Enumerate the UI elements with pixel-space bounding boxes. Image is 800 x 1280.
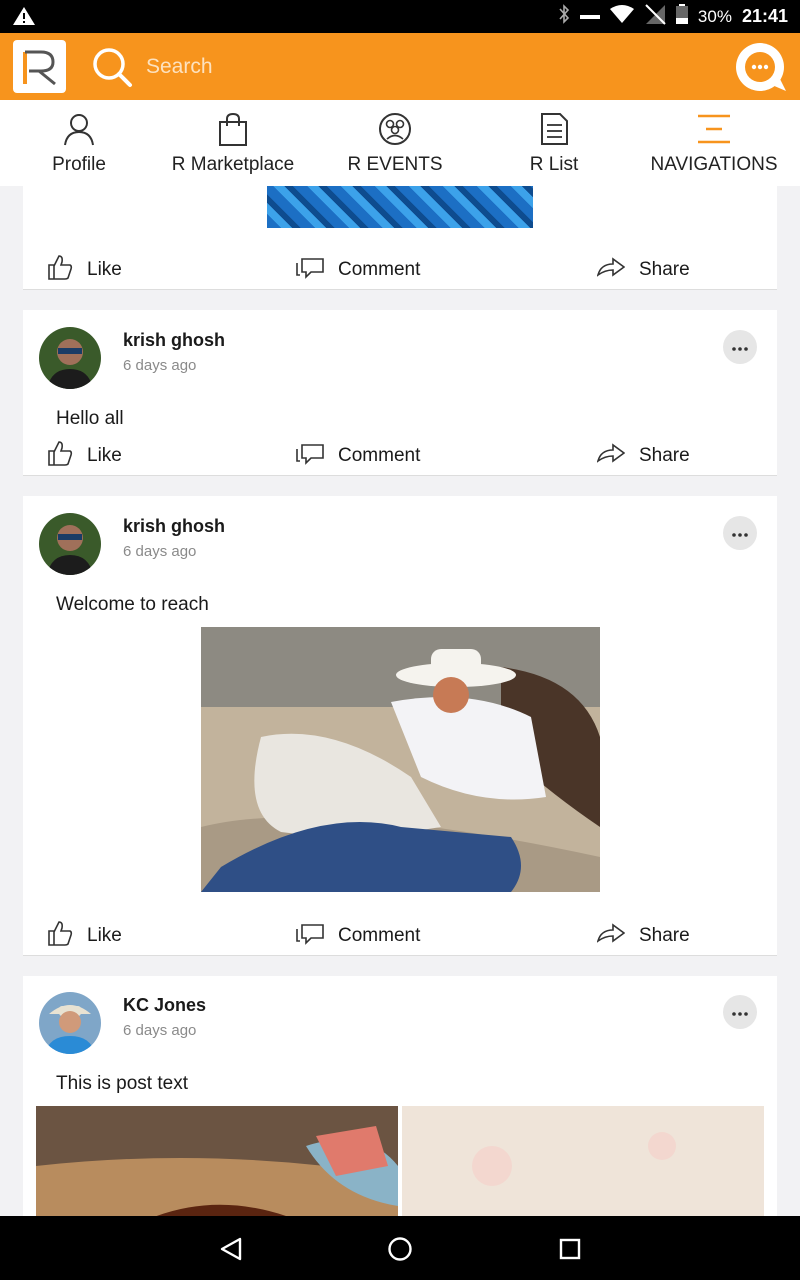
post-image[interactable] xyxy=(201,627,600,892)
post-card: KC Jones 6 days ago This is post text xyxy=(23,976,777,1216)
post-actions: Like Comment Share xyxy=(23,250,777,290)
like-button[interactable]: Like xyxy=(47,916,122,956)
post-text: Welcome to reach xyxy=(56,594,209,615)
comment-label: Comment xyxy=(338,445,421,466)
post-image[interactable] xyxy=(36,1106,398,1216)
search-input[interactable]: Search xyxy=(146,55,213,79)
recents-icon[interactable] xyxy=(558,1237,582,1266)
post-time: 6 days ago xyxy=(123,1022,197,1039)
post-card: Like Comment Share xyxy=(23,186,777,290)
post-card: krish ghosh 6 days ago Hello all Like Co… xyxy=(23,310,777,476)
tab-rlist[interactable]: R List xyxy=(491,100,617,186)
tab-events[interactable]: R EVENTS xyxy=(332,100,458,186)
post-actions: Like Comment Share xyxy=(23,436,777,476)
more-icon xyxy=(732,524,748,542)
minus-icon xyxy=(579,7,600,27)
share-button[interactable]: Share xyxy=(596,436,690,476)
status-bar: 30% 21:41 xyxy=(0,0,800,33)
more-options-button[interactable] xyxy=(723,995,757,1029)
thumbs-up-icon xyxy=(47,919,73,953)
post-time: 6 days ago xyxy=(123,543,197,560)
post-text: This is post text xyxy=(56,1073,188,1094)
events-icon xyxy=(378,100,412,151)
back-icon[interactable] xyxy=(218,1236,244,1267)
avatar[interactable] xyxy=(39,513,101,575)
share-button[interactable]: Share xyxy=(596,916,690,956)
author-name[interactable]: KC Jones xyxy=(123,995,206,1016)
post-time: 6 days ago xyxy=(123,357,197,374)
more-options-button[interactable] xyxy=(723,516,757,550)
clock: 21:41 xyxy=(741,6,788,26)
app-header: Search xyxy=(0,33,800,100)
app-logo[interactable] xyxy=(13,40,66,93)
news-feed[interactable]: Like Comment Share krish ghosh 6 days ag… xyxy=(0,186,800,1216)
battery-icon xyxy=(675,4,688,29)
like-label: Like xyxy=(87,925,122,946)
thumbs-up-icon xyxy=(47,439,73,473)
comment-button[interactable]: Comment xyxy=(296,436,420,476)
post-image[interactable] xyxy=(267,186,533,228)
share-icon xyxy=(596,256,626,284)
tab-label: Profile xyxy=(52,154,106,175)
author-name[interactable]: krish ghosh xyxy=(123,516,225,537)
tab-marketplace[interactable]: R Marketplace xyxy=(163,100,303,186)
home-icon[interactable] xyxy=(387,1236,413,1267)
tab-label: R EVENTS xyxy=(347,154,443,175)
share-label: Share xyxy=(639,259,690,280)
tab-label: NAVIGATIONS xyxy=(650,154,778,175)
comment-button[interactable]: Comment xyxy=(296,916,420,956)
battery-percent: 30% xyxy=(697,6,732,26)
warning-icon xyxy=(12,6,36,31)
author-name[interactable]: krish ghosh xyxy=(123,330,225,351)
share-label: Share xyxy=(639,925,690,946)
share-icon xyxy=(596,922,626,950)
chat-icon[interactable] xyxy=(734,41,788,100)
like-button[interactable]: Like xyxy=(47,250,122,290)
comment-icon xyxy=(296,921,324,951)
search-icon[interactable] xyxy=(90,45,134,94)
tab-label: R List xyxy=(529,154,579,175)
comment-icon xyxy=(296,255,324,285)
document-icon xyxy=(537,100,571,151)
avatar[interactable] xyxy=(39,327,101,389)
avatar[interactable] xyxy=(39,992,101,1054)
comment-label: Comment xyxy=(338,925,421,946)
tab-profile[interactable]: Profile xyxy=(16,100,142,186)
person-icon xyxy=(62,100,96,151)
comment-button[interactable]: Comment xyxy=(296,250,420,290)
post-card: krish ghosh 6 days ago Welcome to reach xyxy=(23,496,777,956)
top-tab-bar: Profile R Marketplace R EVENTS R List NA… xyxy=(0,100,800,186)
share-button[interactable]: Share xyxy=(596,250,690,290)
share-icon xyxy=(596,442,626,470)
comment-label: Comment xyxy=(338,259,421,280)
post-image[interactable] xyxy=(402,1106,764,1216)
thumbs-up-icon xyxy=(47,253,73,287)
post-actions: Like Comment Share xyxy=(23,916,777,956)
like-label: Like xyxy=(87,259,122,280)
more-icon xyxy=(732,338,748,356)
wifi-icon xyxy=(609,5,634,28)
no-signal-icon xyxy=(644,3,666,30)
system-nav-bar xyxy=(0,1216,800,1280)
more-options-button[interactable] xyxy=(723,330,757,364)
tab-label: R Marketplace xyxy=(171,154,295,175)
tab-navigations[interactable]: NAVIGATIONS xyxy=(644,100,784,186)
comment-icon xyxy=(296,441,324,471)
like-label: Like xyxy=(87,445,122,466)
like-button[interactable]: Like xyxy=(47,436,122,476)
more-icon xyxy=(732,1003,748,1021)
menu-icon xyxy=(697,100,731,151)
bluetooth-icon xyxy=(558,4,570,29)
post-text: Hello all xyxy=(56,408,124,429)
share-label: Share xyxy=(639,445,690,466)
app-screen: 30% 21:41 Search Profile R Marketplace R… xyxy=(0,0,800,1280)
shopping-bag-icon xyxy=(216,100,250,151)
